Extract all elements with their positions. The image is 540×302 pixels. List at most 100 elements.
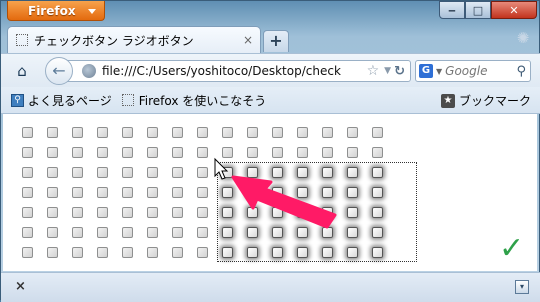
checkbox[interactable]: [222, 207, 233, 218]
checkbox[interactable]: [47, 187, 58, 198]
checkbox[interactable]: [22, 227, 33, 238]
checkbox[interactable]: [347, 167, 358, 178]
checkbox[interactable]: [172, 127, 183, 138]
checkbox[interactable]: [147, 167, 158, 178]
checkbox[interactable]: [372, 187, 383, 198]
reload-icon[interactable]: ↻: [394, 64, 405, 79]
checkbox[interactable]: [22, 187, 33, 198]
checkbox[interactable]: [222, 147, 233, 158]
checkbox[interactable]: [247, 167, 258, 178]
checkbox[interactable]: [247, 127, 258, 138]
checkbox[interactable]: [297, 167, 308, 178]
checkbox[interactable]: [97, 187, 108, 198]
checkbox[interactable]: [172, 207, 183, 218]
checkbox[interactable]: [247, 147, 258, 158]
checkbox[interactable]: [272, 147, 283, 158]
checkbox[interactable]: [322, 127, 333, 138]
checkbox[interactable]: [197, 187, 208, 198]
checkbox[interactable]: [272, 247, 283, 258]
back-button[interactable]: ←: [45, 57, 73, 85]
search-bar[interactable]: G ▼ ⚲: [415, 60, 531, 82]
checkbox[interactable]: [47, 247, 58, 258]
checkbox[interactable]: [72, 227, 83, 238]
checkbox[interactable]: [72, 147, 83, 158]
checkbox[interactable]: [222, 227, 233, 238]
checkbox[interactable]: [372, 127, 383, 138]
checkbox[interactable]: [222, 167, 233, 178]
checkbox[interactable]: [347, 247, 358, 258]
checkbox[interactable]: [272, 207, 283, 218]
checkbox[interactable]: [347, 187, 358, 198]
checkbox[interactable]: [272, 227, 283, 238]
url-dropdown-icon[interactable]: ▼: [384, 66, 391, 76]
checkbox[interactable]: [22, 207, 33, 218]
checkbox[interactable]: [247, 247, 258, 258]
checkbox[interactable]: [197, 247, 208, 258]
checkbox[interactable]: [22, 147, 33, 158]
checkbox[interactable]: [72, 207, 83, 218]
firefox-menu-button[interactable]: Firefox: [7, 1, 105, 21]
bookmarks-menu-button[interactable]: ★ ブックマーク: [440, 92, 531, 109]
checkbox[interactable]: [297, 227, 308, 238]
checkbox[interactable]: [297, 127, 308, 138]
close-addon-bar-icon[interactable]: ×: [15, 279, 26, 294]
checkbox[interactable]: [322, 147, 333, 158]
checkbox[interactable]: [72, 127, 83, 138]
checkbox[interactable]: [372, 167, 383, 178]
bookmark-getting-started[interactable]: Firefox を使いこなそう: [121, 92, 266, 109]
checkbox[interactable]: [122, 147, 133, 158]
checkbox[interactable]: [97, 127, 108, 138]
search-engine-dropdown-icon[interactable]: ▼: [436, 67, 442, 76]
checkbox[interactable]: [372, 207, 383, 218]
new-tab-button[interactable]: +: [263, 30, 289, 52]
checkbox[interactable]: [147, 187, 158, 198]
checkbox[interactable]: [72, 247, 83, 258]
checkbox[interactable]: [97, 167, 108, 178]
checkbox[interactable]: [322, 207, 333, 218]
checkbox[interactable]: [297, 147, 308, 158]
search-icon[interactable]: ⚲: [516, 64, 526, 79]
checkbox[interactable]: [47, 167, 58, 178]
bookmark-star-icon[interactable]: ☆: [367, 63, 380, 79]
checkbox[interactable]: [222, 247, 233, 258]
checkbox[interactable]: [97, 247, 108, 258]
checkbox[interactable]: [197, 127, 208, 138]
checkbox[interactable]: [172, 247, 183, 258]
addon-resize-icon[interactable]: ▾: [515, 280, 529, 294]
checkbox[interactable]: [197, 227, 208, 238]
checkbox[interactable]: [122, 227, 133, 238]
checkbox[interactable]: [122, 167, 133, 178]
checkbox[interactable]: [372, 227, 383, 238]
checkbox[interactable]: [347, 227, 358, 238]
checkbox[interactable]: [247, 207, 258, 218]
checkbox[interactable]: [197, 167, 208, 178]
checkbox[interactable]: [297, 207, 308, 218]
url-bar[interactable]: file:///C:/Users/yoshitoco/Desktop/check…: [67, 60, 411, 82]
checkbox[interactable]: [322, 247, 333, 258]
checkbox[interactable]: [172, 147, 183, 158]
checkbox[interactable]: [147, 127, 158, 138]
checkbox[interactable]: [297, 187, 308, 198]
checkbox[interactable]: [247, 227, 258, 238]
bookmark-most-visited[interactable]: ⚲ よく見るページ: [11, 92, 112, 109]
checkbox[interactable]: [322, 167, 333, 178]
checkbox[interactable]: [197, 207, 208, 218]
maximize-button[interactable]: □: [465, 1, 491, 19]
checkbox[interactable]: [97, 147, 108, 158]
checkbox[interactable]: [147, 147, 158, 158]
checkbox[interactable]: [122, 127, 133, 138]
checkbox[interactable]: [197, 147, 208, 158]
checkbox[interactable]: [272, 167, 283, 178]
checkbox[interactable]: [22, 247, 33, 258]
checkbox[interactable]: [372, 247, 383, 258]
home-icon[interactable]: ⌂: [13, 62, 31, 80]
checkbox[interactable]: [147, 247, 158, 258]
checkbox[interactable]: [22, 127, 33, 138]
search-input[interactable]: [445, 64, 517, 78]
checkbox[interactable]: [172, 187, 183, 198]
checkbox[interactable]: [97, 227, 108, 238]
checkbox[interactable]: [47, 127, 58, 138]
checkbox[interactable]: [247, 187, 258, 198]
checkbox[interactable]: [47, 227, 58, 238]
url-text[interactable]: file:///C:/Users/yoshitoco/Desktop/check: [102, 64, 365, 78]
